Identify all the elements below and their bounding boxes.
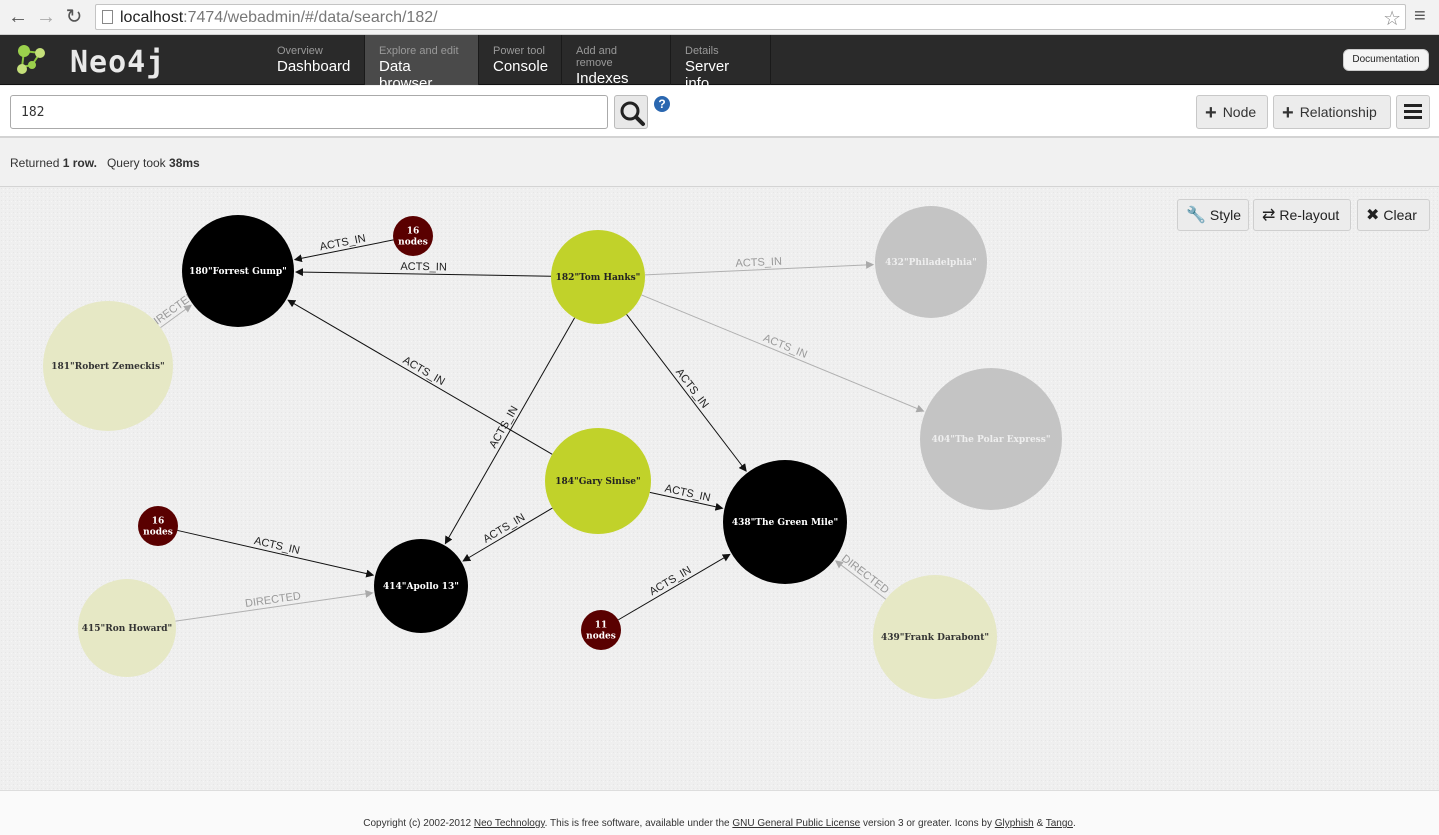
node-label: 414"Apollo 13" bbox=[383, 582, 459, 592]
documentation-button[interactable]: Documentation bbox=[1343, 49, 1429, 71]
node-label: 16 bbox=[407, 227, 420, 237]
plus-icon: + bbox=[1282, 102, 1294, 124]
graph-node[interactable]: 439"Frank Darabont" bbox=[873, 575, 997, 699]
node-label: nodes bbox=[143, 528, 173, 538]
address-bar[interactable]: localhost:7474/webadmin/#/data/search/18… bbox=[95, 4, 1406, 30]
tab-data-browser[interactable]: Explore and edit Data browser bbox=[365, 35, 479, 92]
app-header: Neo4j Overview Dashboard Explore and edi… bbox=[0, 35, 1439, 92]
neo4j-logo[interactable]: Neo4j bbox=[14, 41, 164, 80]
graph-node[interactable]: 180"Forrest Gump" bbox=[182, 215, 294, 327]
tab-server-info[interactable]: Details Server info bbox=[671, 35, 771, 92]
tab-dashboard[interactable]: Overview Dashboard bbox=[263, 35, 365, 85]
close-icon: ✖ bbox=[1366, 207, 1380, 224]
browser-menu-icon[interactable]: ≡ bbox=[1414, 5, 1426, 28]
node-label: 180"Forrest Gump" bbox=[189, 267, 287, 277]
search-icon bbox=[620, 101, 645, 126]
glyphish-link[interactable]: Glyphish bbox=[995, 818, 1034, 829]
tab-indexes[interactable]: Add and remove Indexes bbox=[562, 35, 671, 87]
add-relationship-button[interactable]: + Relationship bbox=[1273, 95, 1391, 129]
gpl-link[interactable]: GNU General Public License bbox=[732, 818, 860, 829]
add-node-button[interactable]: + Node bbox=[1196, 95, 1268, 129]
query-status: Returned 1 row. Query took 38ms bbox=[10, 156, 200, 170]
node-label: nodes bbox=[398, 238, 428, 248]
forward-icon[interactable]: → bbox=[34, 5, 58, 29]
view-menu-button[interactable] bbox=[1396, 95, 1430, 129]
node-group[interactable]: 16nodes bbox=[393, 216, 433, 256]
logo-graph-icon bbox=[17, 45, 45, 74]
node-label: 439"Frank Darabont" bbox=[881, 633, 989, 643]
footer: Copyright (c) 2002-2012 Neo Technology. … bbox=[0, 790, 1439, 835]
node-label: 438"The Green Mile" bbox=[732, 518, 838, 528]
node-label: 11 bbox=[595, 621, 608, 631]
bookmark-star-icon[interactable]: ☆ bbox=[1383, 6, 1401, 31]
relationship-label: ACTS_IN bbox=[400, 261, 447, 274]
logo-text: Neo4j bbox=[70, 45, 166, 80]
list-icon bbox=[1404, 104, 1422, 119]
node-label: nodes bbox=[586, 632, 616, 642]
search-button[interactable] bbox=[614, 95, 648, 129]
node-label: 404"The Polar Express" bbox=[931, 435, 1050, 445]
search-input[interactable] bbox=[10, 95, 608, 129]
node-label: 16 bbox=[152, 517, 165, 527]
relationship-label: ACTS_IN bbox=[735, 256, 782, 270]
tab-console[interactable]: Power tool Console bbox=[479, 35, 562, 85]
clear-button[interactable]: ✖ Clear bbox=[1357, 199, 1430, 231]
plus-icon: + bbox=[1205, 102, 1217, 124]
node-label: 432"Philadelphia" bbox=[885, 258, 977, 268]
style-button[interactable]: 🔧 Style bbox=[1177, 199, 1249, 231]
browser-toolbar: ← → ↻ localhost:7474/webadmin/#/data/sea… bbox=[0, 0, 1439, 35]
node-label: 415"Ron Howard" bbox=[82, 624, 172, 634]
node-group[interactable]: 16nodes bbox=[138, 506, 178, 546]
graph-node[interactable]: 182"Tom Hanks" bbox=[551, 230, 645, 324]
page-icon bbox=[102, 10, 113, 24]
node-label: 184"Gary Sinise" bbox=[555, 477, 640, 487]
url-text: localhost:7474/webadmin/#/data/search/18… bbox=[120, 9, 438, 26]
help-icon[interactable]: ? bbox=[654, 96, 670, 112]
graph-node[interactable]: 181"Robert Zemeckis" bbox=[43, 301, 173, 431]
graph-node[interactable]: 184"Gary Sinise" bbox=[545, 428, 651, 534]
graph-node[interactable]: 404"The Polar Express" bbox=[920, 368, 1062, 510]
back-icon[interactable]: ← bbox=[6, 5, 30, 29]
relayout-button[interactable]: ⇄ Re-layout bbox=[1253, 199, 1351, 231]
wrench-icon: 🔧 bbox=[1186, 207, 1206, 224]
search-bar: ? +Node +Relationship bbox=[0, 86, 1439, 138]
graph-node[interactable]: 438"The Green Mile" bbox=[723, 460, 847, 584]
reload-icon[interactable]: ↻ bbox=[62, 5, 86, 29]
node-label: 182"Tom Hanks" bbox=[556, 273, 641, 283]
graph-node[interactable]: 414"Apollo 13" bbox=[374, 539, 468, 633]
node-group[interactable]: 11nodes bbox=[581, 610, 621, 650]
graph-canvas[interactable]: ACTS_INACTS_IN ACTS_INACTS_INACTS_INACTS_… bbox=[0, 187, 1439, 790]
shuffle-icon: ⇄ bbox=[1262, 207, 1276, 224]
graph-node[interactable]: 432"Philadelphia" bbox=[875, 206, 987, 318]
node-label: 181"Robert Zemeckis" bbox=[51, 362, 164, 372]
graph-node[interactable]: 415"Ron Howard" bbox=[78, 579, 176, 677]
footer-text: Copyright (c) 2002-2012 Neo Technology. … bbox=[363, 818, 1076, 829]
neo-technology-link[interactable]: Neo Technology bbox=[474, 818, 545, 829]
tango-link[interactable]: Tango bbox=[1046, 818, 1073, 829]
